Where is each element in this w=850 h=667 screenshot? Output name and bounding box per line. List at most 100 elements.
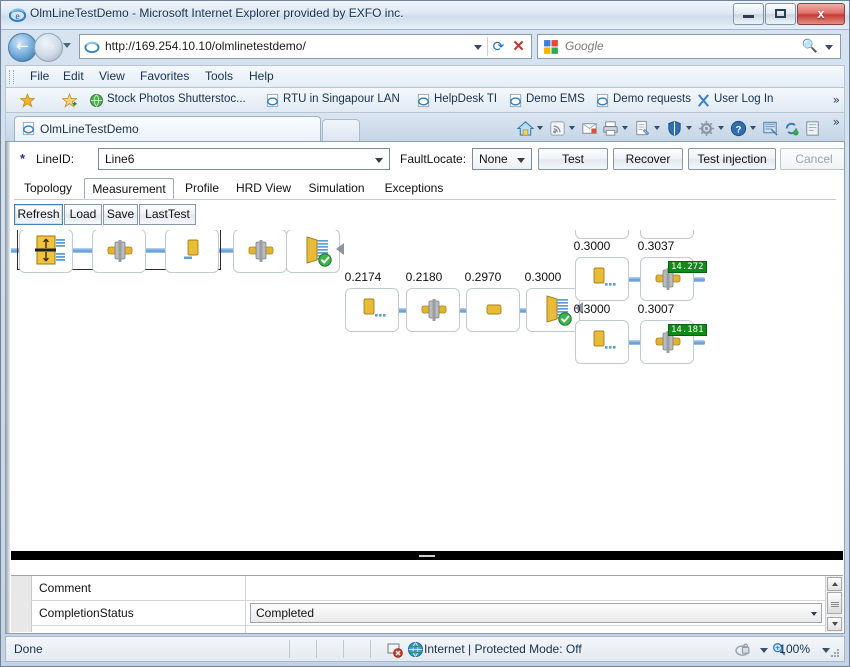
chevron-down-icon[interactable] xyxy=(375,158,383,163)
measurement-diagram[interactable]: -0.0029 -0.0020 0.0000 0.2074 0.2174 xyxy=(11,230,843,632)
table-row[interactable]: Comment xyxy=(31,576,825,601)
faultlocate-select[interactable]: None xyxy=(472,148,532,170)
favorites-overflow-icon[interactable]: » xyxy=(833,93,840,107)
node-splitter-trunk[interactable] xyxy=(286,230,340,273)
zoom-level-text[interactable]: 100% xyxy=(779,642,810,656)
completionstatus-select[interactable]: Completed xyxy=(250,603,822,623)
print-chevron-down-icon[interactable] xyxy=(622,126,628,130)
search-icon[interactable]: 🔍 xyxy=(802,39,818,54)
safety-icon[interactable] xyxy=(665,119,684,138)
node-midlower-splice-1[interactable] xyxy=(345,288,399,332)
favorite-user-log-in[interactable]: User Log In xyxy=(714,93,773,105)
tab-simulation[interactable]: Simulation xyxy=(299,178,374,199)
test-button[interactable]: Test xyxy=(538,148,608,170)
print-icon[interactable] xyxy=(601,119,620,138)
recover-button[interactable]: Recover xyxy=(613,148,683,170)
forward-button[interactable]: → xyxy=(34,33,63,62)
sync-icon[interactable] xyxy=(782,119,801,138)
lineid-select[interactable]: Line6 xyxy=(98,148,390,170)
node-leaf4-splice[interactable] xyxy=(575,320,629,364)
chevron-down-icon[interactable] xyxy=(811,612,817,616)
page-chevron-down-icon[interactable] xyxy=(654,126,660,130)
feeds-icon[interactable] xyxy=(548,119,567,138)
chevron-down-icon[interactable] xyxy=(517,158,525,163)
menu-view[interactable]: View xyxy=(99,69,125,83)
node-leaf2-connector[interactable] xyxy=(640,230,694,239)
tools-chevron-down-icon[interactable] xyxy=(718,126,724,130)
scroll-up-button[interactable] xyxy=(827,577,842,591)
menu-favorites[interactable]: Favorites xyxy=(140,69,189,83)
tab-profile[interactable]: Profile xyxy=(176,178,228,199)
tab-hrd-view[interactable]: HRD View xyxy=(230,178,297,199)
star-icon[interactable] xyxy=(20,93,35,108)
devtools-icon[interactable] xyxy=(803,119,822,138)
favorite-stock-photos[interactable]: Stock Photos Shutterstoc... xyxy=(107,93,246,105)
help-icon[interactable]: ? xyxy=(729,119,748,138)
home-chevron-down-icon[interactable] xyxy=(537,126,543,130)
lasttest-button[interactable]: LastTest xyxy=(139,204,196,225)
privacy-report-icon[interactable] xyxy=(735,641,752,658)
table-row[interactable]: CompletionStatus Completed xyxy=(31,601,825,626)
save-button[interactable]: Save xyxy=(103,204,138,225)
read-mail-icon[interactable] xyxy=(580,119,599,138)
node-leaf3-splice[interactable] xyxy=(575,257,629,301)
tab-measurement[interactable]: Measurement xyxy=(84,178,174,199)
close-button[interactable]: x xyxy=(797,3,845,25)
expand-icon[interactable] xyxy=(41,633,50,634)
node-connector-2[interactable] xyxy=(233,230,287,273)
stop-icon[interactable]: ✕ xyxy=(510,38,527,56)
table-row[interactable]: CustomIDConfigurationList Metrino.Kernos… xyxy=(31,626,825,634)
maximize-button[interactable] xyxy=(765,3,796,25)
page-icon[interactable] xyxy=(633,119,652,138)
node-midlower-connector[interactable] xyxy=(406,288,460,332)
favorite-rtu-singapour[interactable]: RTU in Singapour LAN xyxy=(283,93,400,105)
test-injection-button[interactable]: Test injection xyxy=(688,148,776,170)
tab-exceptions[interactable]: Exceptions xyxy=(376,178,452,199)
scrollbar-thumb[interactable] xyxy=(827,592,842,614)
menu-edit[interactable]: Edit xyxy=(63,69,84,83)
popup-blocked-icon[interactable] xyxy=(387,642,403,658)
back-button[interactable]: ← xyxy=(8,33,37,62)
chevron-down-icon[interactable] xyxy=(474,45,482,50)
command-bar-overflow-icon[interactable]: » xyxy=(833,115,840,129)
trunk-collapse-arrow-icon[interactable] xyxy=(336,243,344,255)
splitter-handle[interactable] xyxy=(419,555,435,557)
node-splice-1[interactable] xyxy=(165,230,219,273)
browser-tab-olmlinetestdemo[interactable]: OlmLineTestDemo xyxy=(14,116,321,142)
menu-tools[interactable]: Tools xyxy=(205,69,233,83)
refresh-icon[interactable]: ⟳ xyxy=(490,39,507,56)
favorite-helpdesk-ti[interactable]: HelpDesk TI xyxy=(434,93,497,105)
help-chevron-down-icon[interactable] xyxy=(750,126,756,130)
forward-arrow-icon: → xyxy=(42,37,55,55)
url-input[interactable]: http://169.254.10.10/olmlinetestdemo/ ⟳ … xyxy=(79,34,532,59)
search-chevron-down-icon[interactable] xyxy=(825,45,833,50)
panel-splitter[interactable] xyxy=(11,551,843,560)
compatibility-icon[interactable] xyxy=(761,119,780,138)
node-midlower-splice-2[interactable] xyxy=(466,288,520,332)
menu-help[interactable]: Help xyxy=(249,69,274,83)
menu-grip[interactable] xyxy=(9,70,14,84)
search-input[interactable]: Google 🔍 xyxy=(537,34,841,59)
resize-grip-icon[interactable] xyxy=(829,647,841,659)
property-grid[interactable]: Comment CompletionStatus Completed Custo… xyxy=(11,575,843,634)
node-leaf2-splice[interactable] xyxy=(575,230,629,239)
menu-file[interactable]: File xyxy=(30,69,49,83)
new-tab-button[interactable] xyxy=(322,119,360,142)
node-connector-1[interactable] xyxy=(92,230,146,273)
property-grid-scrollbar[interactable] xyxy=(825,576,843,632)
node-otdr-switch[interactable] xyxy=(19,230,73,273)
tab-topology[interactable]: Topology xyxy=(14,178,82,199)
tools-icon[interactable] xyxy=(697,119,716,138)
home-icon[interactable] xyxy=(516,119,535,138)
safety-chevron-down-icon[interactable] xyxy=(686,126,692,130)
privacy-chevron-down-icon[interactable] xyxy=(760,648,768,653)
refresh-button[interactable]: Refresh xyxy=(14,204,63,225)
feeds-chevron-down-icon[interactable] xyxy=(569,126,575,130)
scroll-down-button[interactable] xyxy=(827,617,842,631)
recent-pages-dropdown-icon[interactable] xyxy=(63,43,71,48)
add-favorite-icon[interactable] xyxy=(62,93,77,108)
load-button[interactable]: Load xyxy=(64,204,102,225)
minimize-button[interactable] xyxy=(733,3,764,25)
favorite-demo-requests[interactable]: Demo requests xyxy=(613,93,691,105)
favorite-demo-ems[interactable]: Demo EMS xyxy=(526,93,585,105)
